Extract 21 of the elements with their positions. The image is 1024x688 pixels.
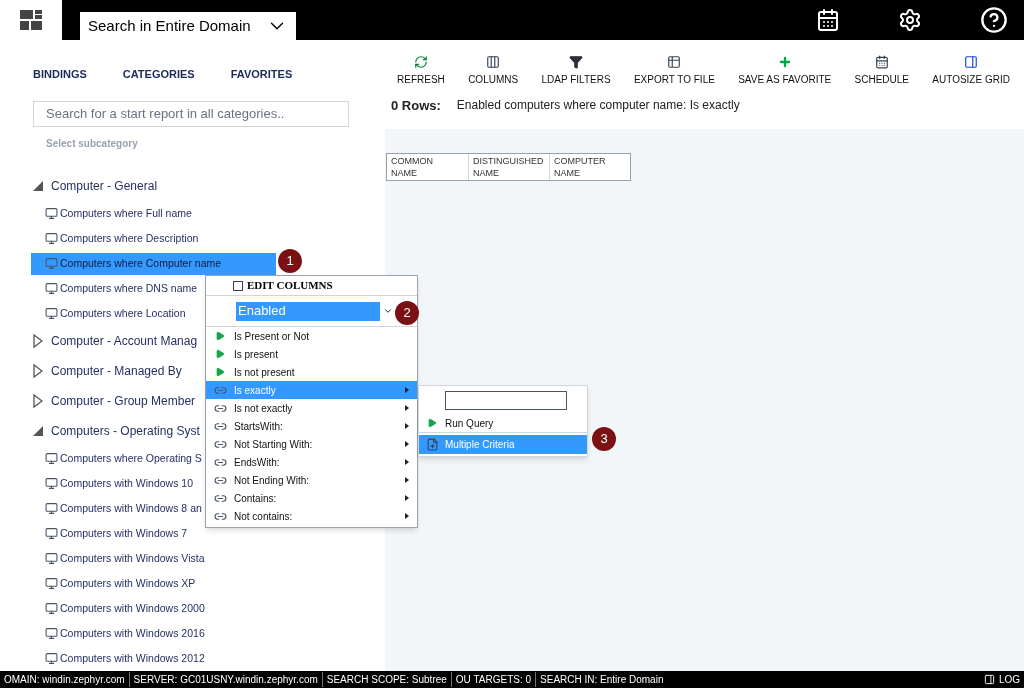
menu-item-label: Contains: <box>234 491 278 506</box>
subcategory-label: Select subcategory <box>46 137 139 151</box>
status-field: SEARCH IN: Entire Domain <box>535 672 668 687</box>
callout-badge: 1 <box>278 249 302 273</box>
menu-item-label: Not Starting With: <box>234 437 314 452</box>
menu-item-label: Not Ending With: <box>234 473 311 488</box>
menu-item-label: Is Present or Not <box>234 329 311 344</box>
status-field: OMAIN: windin.zephyr.com <box>0 672 129 687</box>
menu-item-label: Not contains: <box>234 509 294 524</box>
query-description: Enabled computers where computer name: Is exactly <box>456 97 740 114</box>
status-field: SEARCH SCOPE: Subtree <box>321 672 451 687</box>
menu-item-label: Is not present <box>234 365 296 380</box>
menu-item-label: Is present <box>234 347 279 362</box>
menu-header: EDIT COLUMNS <box>247 278 333 294</box>
menu-item-label: StartsWith: <box>234 419 284 434</box>
menu-item-label: EndsWith: <box>234 455 281 470</box>
menu-item-label: Is exactly <box>234 383 277 398</box>
menu-item-label: Is not exactly <box>234 401 294 416</box>
status-field: SERVER: GC01USNY.windin.zephyr.com <box>128 672 322 687</box>
row-count: 0 Rows: <box>391 97 441 115</box>
status-field: OU TARGETS: 0 <box>450 672 536 687</box>
